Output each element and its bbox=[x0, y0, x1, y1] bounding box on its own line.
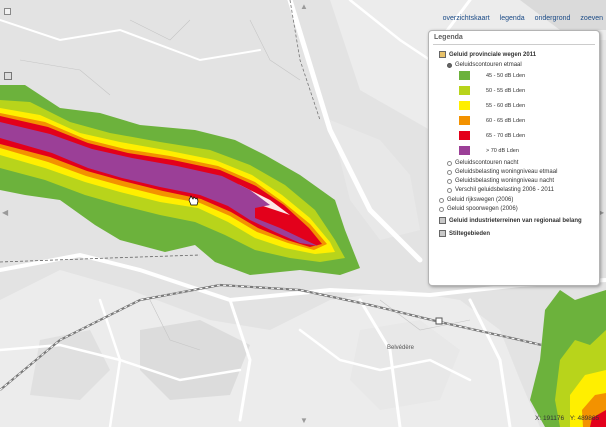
swatch-55-60 bbox=[459, 101, 470, 110]
swatch-45-50 bbox=[459, 71, 470, 80]
label-50-55: 50 - 55 dB Lden bbox=[486, 88, 526, 94]
label-65-70: 65 - 70 dB Lden bbox=[486, 133, 526, 139]
layer-stack-icon bbox=[439, 217, 446, 224]
menu-zoeven[interactable]: zoeven bbox=[580, 15, 603, 22]
legend-title: Legenda bbox=[434, 34, 463, 41]
radio-woningniveau-nacht[interactable]: Geluidsbelasting woningniveau nacht bbox=[447, 178, 554, 184]
top-menu: overzichtskaart legenda ondergrond zoeve… bbox=[443, 15, 603, 22]
pan-down-arrow-icon[interactable]: ▼ bbox=[300, 416, 308, 425]
layer-geluid-provinciale-wegen[interactable]: Geluid provinciale wegen 2011 bbox=[439, 51, 536, 58]
place-label-belvedere: Belvédère bbox=[387, 345, 415, 351]
layer-geluid-spoorwegen[interactable]: Geluid spoorwegen (2006) bbox=[439, 206, 518, 212]
coord-y: Y: 489865 bbox=[569, 415, 600, 422]
label-60-65: 60 - 65 dB Lden bbox=[486, 118, 526, 124]
radio-icon bbox=[447, 178, 452, 184]
menu-legenda[interactable]: legenda bbox=[500, 15, 525, 22]
radio-icon bbox=[447, 169, 452, 175]
zoom-slider-handle[interactable] bbox=[4, 72, 12, 80]
legend-divider bbox=[433, 44, 595, 45]
layer-stiltegebieden[interactable]: Stiltegebieden bbox=[439, 230, 490, 237]
radio-woningniveau-etmaal[interactable]: Geluidsbelasting woningniveau etmaal bbox=[447, 169, 557, 175]
radio-icon bbox=[439, 197, 444, 203]
radio-icon bbox=[447, 187, 452, 193]
swatch-60-65 bbox=[459, 116, 470, 125]
coord-x: X: 191176 bbox=[535, 415, 565, 422]
swatch-50-55 bbox=[459, 86, 470, 95]
radio-icon bbox=[447, 160, 452, 166]
menu-overzichtskaart[interactable]: overzichtskaart bbox=[443, 15, 490, 22]
layer-geluid-industrieterreinen[interactable]: Geluid industrieterreinen van regionaal … bbox=[439, 217, 582, 224]
label-70-plus: > 70 dB Lden bbox=[486, 148, 519, 154]
layer-geluid-rijkswegen[interactable]: Geluid rijkswegen (2006) bbox=[439, 197, 513, 203]
layer-stack-icon bbox=[439, 230, 446, 237]
coordinate-readout: X: 191176 Y: 489865 bbox=[535, 415, 603, 422]
radio-icon bbox=[439, 206, 444, 212]
swatch-70-plus bbox=[459, 146, 470, 155]
radio-geluidscontouren-etmaal[interactable]: Geluidscontouren etmaal bbox=[447, 62, 522, 68]
zoom-in-button[interactable] bbox=[4, 8, 11, 15]
pencil-layer-icon bbox=[439, 51, 446, 58]
radio-geluidscontouren-nacht[interactable]: Geluidscontouren nacht bbox=[447, 160, 518, 166]
radio-verschil-geluidsbelasting[interactable]: Verschil geluidsbelasting 2006 - 2011 bbox=[447, 187, 554, 193]
pan-left-arrow-icon[interactable]: ◀ bbox=[2, 208, 8, 217]
radio-selected-icon bbox=[447, 62, 452, 68]
label-55-60: 55 - 60 dB Lden bbox=[486, 103, 526, 109]
label-45-50: 45 - 50 dB Lden bbox=[486, 73, 526, 79]
pan-up-arrow-icon[interactable]: ▲ bbox=[300, 2, 308, 11]
legend-panel: Legenda Geluid provinciale wegen 2011 Ge… bbox=[428, 30, 600, 286]
swatch-65-70 bbox=[459, 131, 470, 140]
menu-ondergrond[interactable]: ondergrond bbox=[535, 15, 571, 22]
